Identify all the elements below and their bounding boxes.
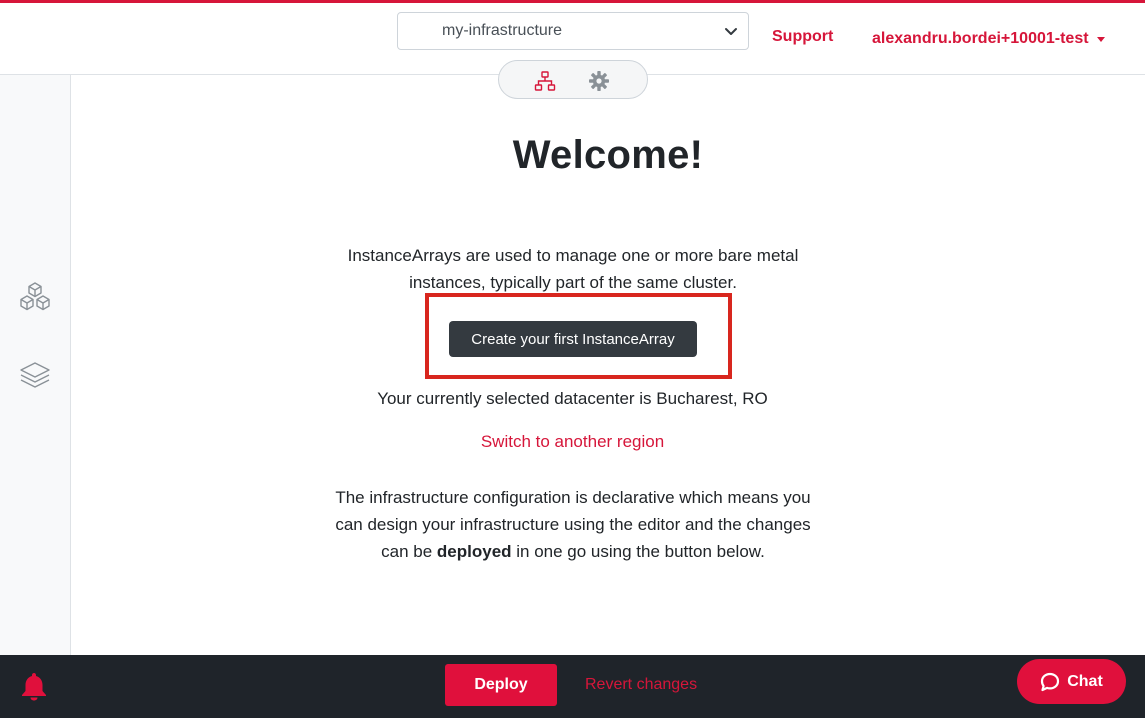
- network-topology-icon[interactable]: [534, 70, 556, 92]
- declarative-text-part2: in one go using the button below.: [511, 542, 765, 561]
- bell-icon[interactable]: [20, 671, 48, 701]
- cubes-icon[interactable]: [18, 279, 52, 313]
- declarative-text-bold: deployed: [436, 542, 512, 561]
- app-window: my-infrastructure Support alexandru.bord…: [0, 0, 1145, 718]
- infrastructure-select[interactable]: my-infrastructure: [397, 12, 749, 50]
- user-menu[interactable]: alexandru.bordei+10001-test: [872, 30, 1105, 48]
- bottom-bar: Deploy Revert changes Chat: [0, 655, 1145, 718]
- chat-bubble-icon: [1041, 672, 1060, 691]
- switch-region-link[interactable]: Switch to another region: [71, 432, 1074, 452]
- chat-label: Chat: [1067, 672, 1103, 690]
- main-content: Welcome! InstanceArrays are used to mana…: [71, 75, 1145, 655]
- infrastructure-select-value: my-infrastructure: [442, 22, 563, 39]
- caret-down-icon: [1096, 36, 1105, 42]
- gear-icon[interactable]: [588, 70, 610, 92]
- declarative-description: The infrastructure configuration is decl…: [321, 484, 825, 565]
- sidebar: [0, 75, 71, 655]
- create-instancearray-button[interactable]: Create your first InstanceArray: [449, 321, 697, 357]
- user-name: alexandru.bordei+10001-test: [872, 30, 1089, 47]
- revert-changes-link[interactable]: Revert changes: [585, 676, 697, 694]
- instancearray-description: InstanceArrays are used to manage one or…: [347, 246, 799, 292]
- datacenter-text: Your currently selected datacenter is Bu…: [377, 389, 768, 408]
- page-title: Welcome!: [512, 133, 704, 177]
- view-switcher: [498, 60, 648, 99]
- chevron-down-icon: [725, 28, 737, 35]
- chat-button[interactable]: Chat: [1017, 659, 1126, 704]
- layers-icon[interactable]: [18, 359, 52, 393]
- support-link[interactable]: Support: [772, 28, 833, 46]
- deploy-button[interactable]: Deploy: [445, 664, 557, 706]
